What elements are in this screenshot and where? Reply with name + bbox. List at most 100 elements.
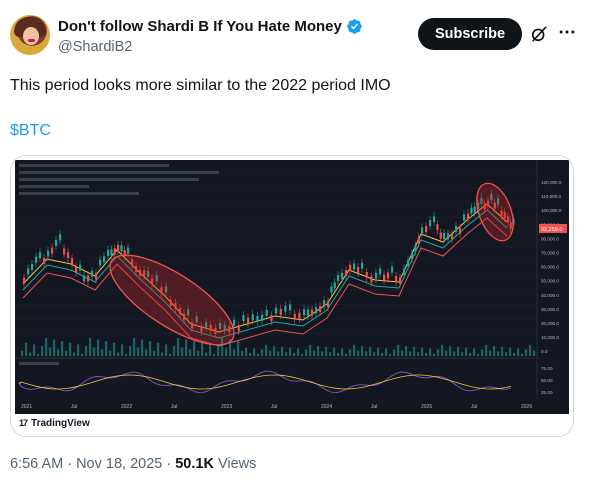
volume-bar [101,349,104,356]
price-axis-label: 110,000.0 [541,194,562,199]
candle-body [307,309,310,316]
volume-bar [385,348,388,356]
volume-bar [309,345,312,356]
volume-bar [441,345,444,356]
candle-body [455,225,458,232]
subscribe-button[interactable]: Subscribe [418,18,522,50]
volume-bar [481,349,484,356]
volume-bar [149,341,152,356]
candle-body [414,245,417,252]
volume-bar [333,347,336,356]
price-axis-label: 30,000.0 [541,307,559,312]
candle-body [83,275,86,282]
author-display-name[interactable]: Don't follow Shardi B If You Hate Money [58,18,342,35]
volume-bar [297,348,300,356]
volume-bar [197,350,200,356]
volume-bar [61,341,64,356]
candle-body [233,319,236,326]
candle-body [429,220,432,227]
volume-bar [445,350,448,356]
candle-body [337,275,340,281]
volume-bar [409,351,412,356]
volume-bar [157,342,160,356]
candle-body [375,272,378,279]
candle-body [365,272,368,278]
volume-bar [129,346,132,356]
volume-bar [41,346,44,356]
avatar[interactable] [10,15,50,55]
volume-bar [277,351,280,356]
volume-bar [457,346,460,356]
volume-bar [353,345,356,356]
candle-body [289,304,292,311]
moving-average-line [22,203,508,333]
chart-legend-line [19,178,199,181]
volume-bar [81,354,84,356]
author-handle[interactable]: @ShardiB2 [58,39,132,55]
volume-bar [421,347,424,356]
chart-image[interactable]: 120,000.0110,000.0100,000.090,000.080,00… [15,160,569,432]
chart-legend-line [19,185,89,188]
volume-bar [165,344,168,356]
volume-bar [217,346,220,356]
volume-bar [57,349,60,356]
candle-body [275,307,278,314]
candle-body [298,312,301,319]
candle-body [349,264,352,271]
volume-bar [117,352,120,356]
volume-bars [21,338,536,356]
candle-body [319,306,322,313]
tweet-timestamp[interactable]: 6:56 AM · Nov 18, 2025 · [10,456,175,472]
tweet-metadata: 6:56 AM · Nov 18, 2025 · 50.1K Views [10,456,256,472]
candle-body [35,256,38,263]
volume-bar [189,349,192,356]
cashtag-link[interactable]: $BTC [10,122,51,140]
volume-bar [253,348,256,356]
candle-body [99,259,102,266]
volume-bar [181,347,184,356]
volume-bar [113,342,116,356]
volume-bar [461,352,464,356]
grok-icon[interactable] [529,24,549,44]
volume-bar [413,346,416,356]
candle-body [439,232,442,239]
volume-bar [281,346,284,356]
candle-body [391,266,394,273]
volume-bar [301,354,304,356]
more-dots-icon[interactable] [557,22,577,42]
volume-bar [237,341,240,356]
avatar-lips [28,39,35,42]
candle-body [357,266,360,273]
volume-bar [349,349,352,356]
candle-body [43,257,46,264]
time-axis-label: 2022 [121,404,132,410]
volume-bar [397,345,400,356]
volume-bar [317,345,320,356]
time-axis-label: 2024 [321,404,332,410]
current-price-label: 92,259.0 [541,227,562,233]
candle-body [333,282,336,289]
time-axis-label: 2026 [521,404,532,410]
tradingview-footer: 17 TradingView [15,414,569,432]
volume-bar [525,349,528,356]
volume-bar [229,339,232,356]
volume-bar [361,345,364,356]
candle-body [265,309,268,316]
tradingview-mark-icon: 17 [19,418,28,428]
candle-body [279,308,282,315]
volume-bar [233,349,236,356]
candle-body [379,268,382,275]
candle-body [87,275,90,282]
volume-bar [65,350,68,356]
volume-bar [169,354,172,356]
candle-body [27,268,30,275]
volume-bar [269,350,272,356]
candle-body [110,249,113,256]
candle-body [341,272,344,279]
volume-bar [437,349,440,356]
candle-body [107,250,110,256]
tweet-media[interactable]: 120,000.0110,000.0100,000.090,000.080,00… [10,155,574,437]
author-name-row[interactable]: Don't follow Shardi B If You Hate Money [58,18,363,35]
volume-bar [381,353,384,356]
candle-body [47,250,50,257]
